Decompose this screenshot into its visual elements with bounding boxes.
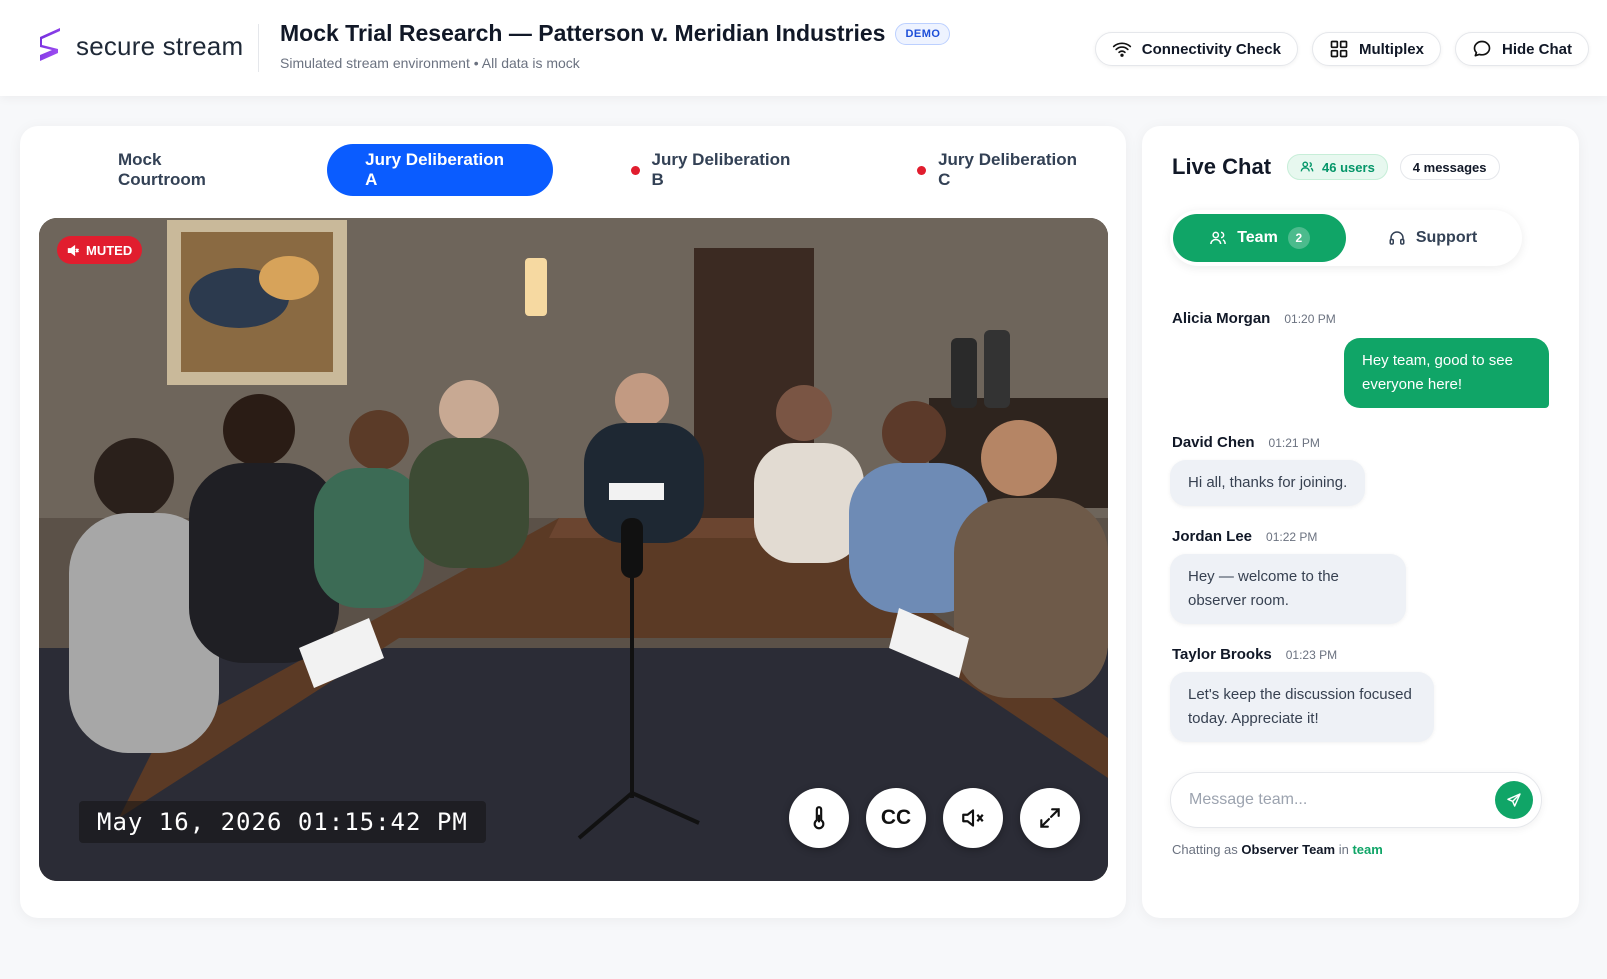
hide-chat-label: Hide Chat bbox=[1501, 40, 1572, 58]
users-count-label: 46 users bbox=[1322, 159, 1375, 175]
message-bubble-incoming: Let's keep the discussion focused today.… bbox=[1170, 672, 1434, 742]
chat-bubble-icon bbox=[1473, 40, 1491, 57]
header-actions: Connectivity Check Multiplex Hide Chat bbox=[1094, 32, 1589, 66]
chat-header: Live Chat 46 users 4 messages bbox=[1172, 154, 1500, 180]
mute-toggle-button[interactable] bbox=[943, 788, 1003, 848]
chatting-as-room: team bbox=[1352, 842, 1383, 857]
message-composer bbox=[1170, 772, 1542, 828]
stream-panel: Mock Courtroom Jury Deliberation A Jury … bbox=[20, 126, 1126, 918]
channel-team-count: 2 bbox=[1287, 227, 1310, 249]
chat-title: Live Chat bbox=[1172, 154, 1272, 179]
users-count-badge: 46 users bbox=[1287, 154, 1388, 180]
message-author: Taylor Brooks bbox=[1172, 646, 1272, 663]
tab-label: Mock Courtroom bbox=[118, 150, 206, 189]
muted-badge: MUTED bbox=[57, 236, 143, 264]
message-author: Alicia Morgan bbox=[1172, 310, 1271, 327]
message-meta: Alicia Morgan 01:20 PM bbox=[1172, 310, 1336, 327]
hide-chat-button[interactable]: Hide Chat bbox=[1454, 32, 1589, 66]
grid-icon bbox=[1330, 40, 1348, 58]
wifi-icon bbox=[1112, 42, 1131, 57]
chatting-as-joiner: in bbox=[1338, 842, 1349, 857]
page-title-block: Mock Trial Research — Patterson v. Merid… bbox=[280, 20, 951, 71]
temperature-button[interactable] bbox=[789, 788, 849, 848]
thermometer-icon bbox=[813, 806, 825, 830]
message-author: Jordan Lee bbox=[1172, 528, 1253, 545]
message-time: 01:22 PM bbox=[1266, 530, 1318, 544]
tab-label: Jury Deliberation A bbox=[365, 150, 505, 189]
channel-team-label: Team bbox=[1237, 229, 1278, 246]
speaker-muted-icon bbox=[67, 244, 80, 256]
channel-support-label: Support bbox=[1415, 229, 1478, 246]
captions-button[interactable]: CC bbox=[866, 788, 926, 848]
tab-label: Jury Deliberation C bbox=[938, 150, 1077, 189]
send-button[interactable] bbox=[1495, 781, 1533, 819]
video-controls: CC bbox=[789, 788, 1080, 848]
tab-jury-deliberation-a[interactable]: Jury Deliberation A bbox=[327, 144, 553, 196]
message-bubble-incoming: Hey — welcome to the observer room. bbox=[1170, 554, 1406, 624]
speaker-muted-icon bbox=[962, 809, 984, 827]
chatting-as-prefix: Chatting as bbox=[1172, 842, 1238, 857]
message-meta: Jordan Lee 01:22 PM bbox=[1172, 528, 1317, 545]
video-timestamp: May 16, 2026 01:15:42 PM bbox=[79, 801, 486, 843]
page-subtitle: Simulated stream environment • All data … bbox=[280, 55, 580, 71]
tab-jury-deliberation-c[interactable]: Jury Deliberation C bbox=[879, 144, 1126, 196]
send-icon bbox=[1507, 793, 1521, 807]
users-icon bbox=[1210, 231, 1227, 245]
message-author: David Chen bbox=[1172, 434, 1255, 451]
demo-badge: DEMO bbox=[895, 22, 951, 45]
header-divider bbox=[258, 24, 259, 72]
channel-team-button[interactable]: Team 2 bbox=[1173, 214, 1346, 262]
tab-jury-deliberation-b[interactable]: Jury Deliberation B bbox=[593, 144, 840, 196]
chat-channel-switcher: Team 2 Support bbox=[1170, 210, 1522, 266]
fullscreen-button[interactable] bbox=[1020, 788, 1080, 848]
chat-panel: Live Chat 46 users 4 messages Team 2 Sup… bbox=[1142, 126, 1579, 918]
brand-logo[interactable]: secure stream bbox=[36, 27, 243, 65]
room-tabs: Mock Courtroom Jury Deliberation A Jury … bbox=[80, 144, 1126, 196]
tab-label: Jury Deliberation B bbox=[651, 150, 791, 189]
video-frame-jury-room bbox=[39, 218, 1108, 881]
message-time: 01:23 PM bbox=[1285, 648, 1338, 662]
message-meta: David Chen 01:21 PM bbox=[1172, 434, 1320, 451]
app-header: secure stream Mock Trial Research — Patt… bbox=[0, 0, 1607, 96]
multiplex-label: Multiplex bbox=[1358, 40, 1424, 58]
message-bubble-outgoing: Hey team, good to see everyone here! bbox=[1344, 338, 1549, 408]
message-time: 01:20 PM bbox=[1284, 312, 1336, 326]
muted-label: MUTED bbox=[86, 242, 133, 258]
tab-mock-courtroom[interactable]: Mock Courtroom bbox=[80, 144, 287, 196]
page-title: Mock Trial Research — Patterson v. Merid… bbox=[280, 20, 886, 46]
video-player[interactable]: MUTED May 16, 2026 01:15:42 PM CC bbox=[39, 218, 1108, 881]
channel-support-button[interactable]: Support bbox=[1346, 214, 1519, 262]
users-icon bbox=[1300, 161, 1314, 172]
message-input[interactable] bbox=[1189, 791, 1495, 809]
message-time: 01:21 PM bbox=[1268, 436, 1320, 450]
chatting-as-user: Observer Team bbox=[1241, 842, 1336, 857]
secure-stream-logo-icon bbox=[40, 28, 60, 61]
live-indicator-dot bbox=[630, 165, 640, 175]
message-bubble-incoming: Hi all, thanks for joining. bbox=[1170, 460, 1366, 506]
brand-name: secure stream bbox=[76, 30, 244, 61]
messages-count-badge: 4 messages bbox=[1399, 154, 1500, 180]
headset-icon bbox=[1389, 231, 1405, 245]
connectivity-check-button[interactable]: Connectivity Check bbox=[1094, 32, 1298, 66]
multiplex-button[interactable]: Multiplex bbox=[1311, 32, 1441, 66]
connectivity-check-label: Connectivity Check bbox=[1141, 40, 1281, 58]
expand-icon bbox=[1040, 808, 1060, 828]
message-meta: Taylor Brooks 01:23 PM bbox=[1172, 646, 1337, 663]
live-indicator-dot bbox=[917, 165, 927, 175]
chatting-as-footer: Chatting as Observer Team in team bbox=[1172, 842, 1383, 857]
